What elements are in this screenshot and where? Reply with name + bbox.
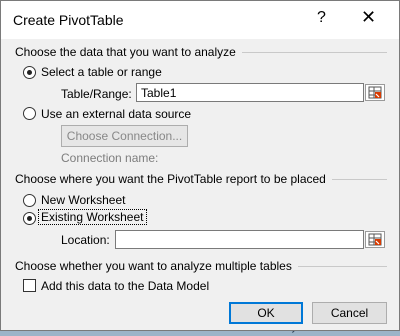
close-button[interactable]: ✕ <box>361 7 376 28</box>
location-picker-button[interactable] <box>365 231 385 248</box>
new-worksheet-label[interactable]: New Worksheet <box>41 193 125 207</box>
ok-button[interactable]: OK <box>229 302 303 324</box>
add-to-data-model-checkbox[interactable] <box>23 279 36 292</box>
connection-name-label: Connection name: <box>61 151 159 165</box>
table-range-picker-button[interactable] <box>365 84 385 101</box>
section-heading: Choose the data that you want to analyze <box>15 45 242 59</box>
new-worksheet-radio[interactable] <box>23 194 36 207</box>
external-source-label[interactable]: Use an external data source <box>41 107 191 121</box>
location-label: Location: <box>61 233 110 247</box>
location-input[interactable] <box>115 230 364 249</box>
section-choose-multiple: Choose whether you want to analyze multi… <box>15 259 387 273</box>
title-bar: Create PivotTable ? ✕ <box>1 1 399 39</box>
table-range-input[interactable]: Table1 <box>136 83 364 102</box>
existing-worksheet-label[interactable]: Existing Worksheet <box>38 209 147 225</box>
select-table-label[interactable]: Select a table or range <box>41 65 162 79</box>
section-choose-data: Choose the data that you want to analyze <box>15 45 387 59</box>
help-button[interactable]: ? <box>317 9 326 27</box>
dialog-title: Create PivotTable <box>13 12 124 28</box>
range-picker-icon <box>368 233 382 246</box>
cancel-button[interactable]: Cancel <box>312 302 387 324</box>
select-table-radio[interactable] <box>23 66 36 79</box>
add-to-data-model-label[interactable]: Add this data to the Data Model <box>41 279 209 293</box>
create-pivottable-dialog: Create PivotTable ? ✕ Choose the data th… <box>0 0 400 331</box>
range-picker-icon <box>368 86 382 99</box>
section-heading: Choose where you want the PivotTable rep… <box>15 172 332 186</box>
external-source-radio[interactable] <box>23 107 36 120</box>
section-heading: Choose whether you want to analyze multi… <box>15 259 298 273</box>
section-choose-where: Choose where you want the PivotTable rep… <box>15 172 387 186</box>
choose-connection-button[interactable]: Choose Connection... <box>61 125 188 147</box>
table-range-label: Table/Range: <box>61 87 132 101</box>
existing-worksheet-radio[interactable] <box>23 212 36 225</box>
